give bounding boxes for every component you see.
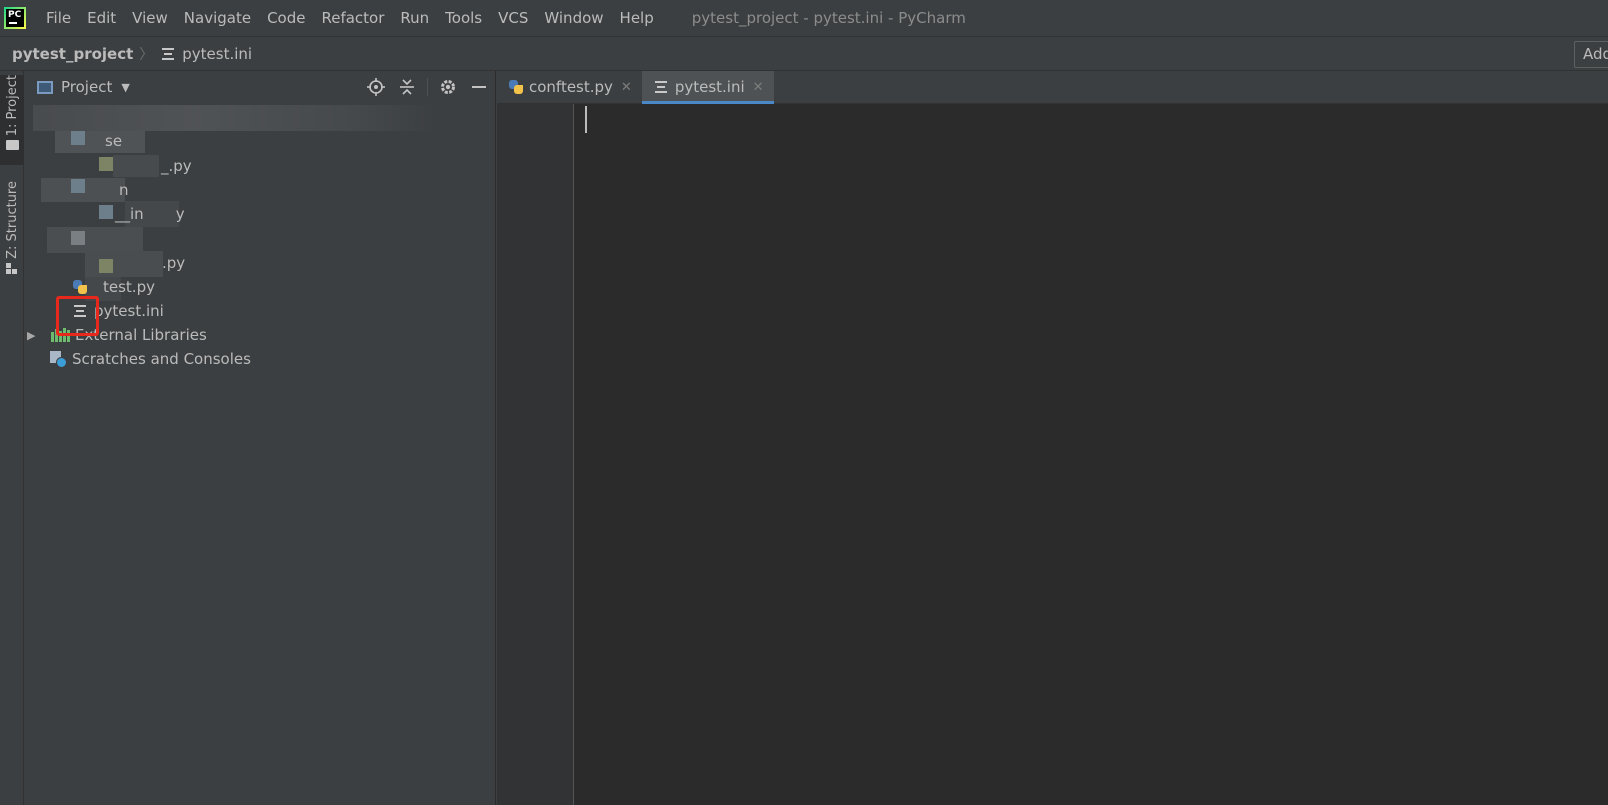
menu-vcs[interactable]: VCS (490, 0, 536, 36)
editor-gutter (497, 104, 574, 805)
tree-item-obscured[interactable]: __in y (115, 202, 185, 226)
folder-icon (5, 140, 19, 151)
menu-tools[interactable]: Tools (437, 0, 490, 36)
scratches-icon (50, 350, 67, 368)
obscured-region (55, 131, 145, 153)
gear-icon[interactable] (438, 77, 458, 97)
tab-pytest-ini[interactable]: pytest.ini ✕ (641, 71, 774, 104)
menu-window[interactable]: Window (536, 0, 611, 36)
menu-help[interactable]: Help (612, 0, 662, 36)
navigation-bar: pytest_project 〉 pytest.ini Add (0, 36, 1608, 71)
obscured-region (47, 227, 143, 253)
project-panel-header: Project ▼ (25, 71, 495, 103)
obscured-region (33, 105, 435, 131)
collapse-all-icon[interactable] (397, 77, 417, 97)
project-view-selector[interactable]: Project (61, 78, 112, 96)
tree-item-label: __in (115, 205, 144, 223)
chevron-right-icon[interactable]: ▶ (27, 329, 41, 342)
tree-item-conftest[interactable]: test.py (73, 275, 155, 299)
tree-item-label: Scratches and Consoles (72, 350, 251, 368)
obscured-region (71, 131, 85, 145)
close-icon[interactable]: ✕ (753, 80, 764, 95)
add-configuration-button[interactable]: Add (1574, 41, 1608, 68)
obscured-region (99, 205, 113, 219)
tree-item-obscured[interactable]: _.py (161, 154, 192, 178)
menu-edit[interactable]: Edit (79, 0, 124, 36)
ini-file-icon (654, 80, 668, 94)
close-icon[interactable]: ✕ (621, 80, 632, 95)
tree-item-obscured[interactable]: n (119, 178, 129, 202)
ini-file-icon (73, 304, 87, 318)
tree-item-label: y (175, 205, 185, 223)
ini-file-icon (161, 47, 175, 61)
menu-bar: PC File Edit View Navigate Code Refactor… (0, 0, 1608, 36)
structure-tool-button[interactable]: Z: Structure (0, 181, 24, 274)
python-file-icon (73, 280, 87, 294)
obscured-region (99, 259, 113, 273)
tree-item-obscured[interactable]: se (105, 129, 122, 153)
tree-item-label: test.py (103, 278, 155, 296)
breadcrumb-file[interactable]: pytest.ini (161, 45, 252, 63)
tree-item-label: se (105, 132, 123, 150)
toolbar-divider (427, 78, 428, 96)
project-tool-label: 1: Project (4, 75, 20, 137)
tree-item-label: .py (162, 254, 186, 272)
menu-view[interactable]: View (124, 0, 176, 36)
menu-refactor[interactable]: Refactor (313, 0, 392, 36)
tool-window-stripe: 1: Project Z: Structure (0, 71, 24, 805)
breadcrumb-project[interactable]: pytest_project (12, 45, 133, 63)
menu-file[interactable]: File (38, 0, 79, 36)
tab-conftest-py[interactable]: conftest.py ✕ (497, 71, 642, 103)
project-panel: Project ▼ se _.py n __in y .py test.py p… (25, 71, 496, 805)
window-title: pytest_project - pytest.ini - PyCharm (691, 9, 966, 27)
tab-label: conftest.py (529, 78, 613, 96)
structure-icon (6, 262, 18, 274)
pycharm-logo-icon: PC (4, 7, 26, 29)
text-caret (585, 106, 587, 133)
tree-item-label: n (119, 181, 129, 199)
chevron-down-icon[interactable]: ▼ (121, 81, 129, 94)
editor-tab-bar: conftest.py ✕ pytest.ini ✕ (497, 71, 1608, 104)
locate-file-icon[interactable] (366, 77, 386, 97)
breadcrumb-file-label: pytest.ini (182, 44, 253, 63)
python-file-icon (509, 80, 523, 94)
tree-item-label: External Libraries (75, 326, 207, 344)
tree-item-scratches[interactable]: Scratches and Consoles (50, 347, 251, 371)
obscured-region (99, 157, 113, 171)
minimize-icon[interactable] (469, 77, 489, 97)
project-tool-button[interactable]: 1: Project (0, 75, 24, 165)
tree-item-pytest-ini[interactable]: pytest.ini (73, 299, 164, 323)
menu-navigate[interactable]: Navigate (176, 0, 259, 36)
tree-item-label: _.py (161, 157, 192, 175)
tree-item-external-libraries[interactable]: ▶ External Libraries (27, 323, 207, 347)
tree-item-obscured[interactable]: .py (162, 251, 185, 275)
editor-area[interactable] (497, 104, 1608, 805)
obscured-region (71, 179, 85, 193)
obscured-region (71, 231, 85, 245)
project-view-icon (37, 80, 53, 94)
breadcrumb-separator: 〉 (139, 46, 154, 63)
library-icon (51, 328, 70, 342)
obscured-region (113, 155, 159, 177)
tree-item-label: pytest.ini (94, 302, 164, 320)
obscured-region (85, 251, 163, 277)
tab-label: pytest.ini (674, 78, 745, 96)
menu-run[interactable]: Run (392, 0, 437, 36)
structure-tool-label: Z: Structure (4, 181, 20, 259)
menu-code[interactable]: Code (259, 0, 313, 36)
